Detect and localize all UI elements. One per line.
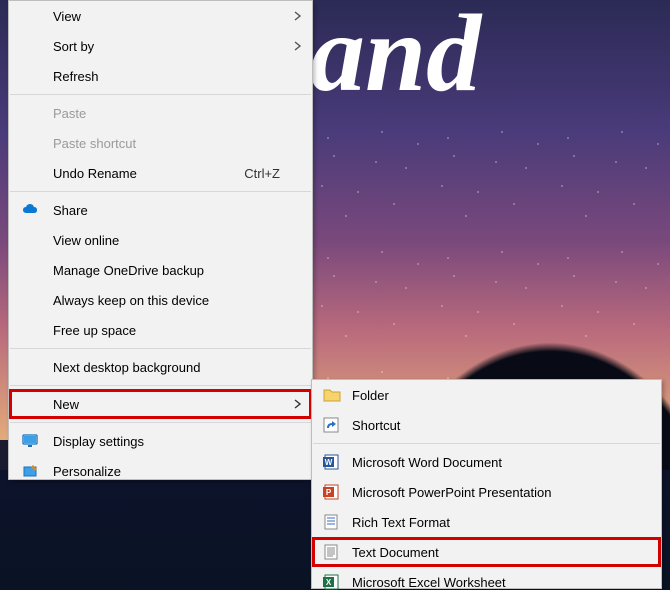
menu-separator bbox=[10, 348, 311, 349]
new-submenu: Folder Shortcut W Microsoft Word Documen… bbox=[311, 379, 662, 589]
submenu-shortcut[interactable]: Shortcut bbox=[312, 410, 661, 440]
folder-icon bbox=[322, 385, 342, 405]
svg-text:X: X bbox=[326, 578, 332, 587]
excel-icon: X bbox=[322, 572, 342, 590]
menu-separator bbox=[313, 443, 660, 444]
submenu-word-doc-label: Microsoft Word Document bbox=[352, 455, 633, 470]
chevron-right-icon bbox=[294, 11, 302, 21]
blank-icon bbox=[21, 320, 39, 340]
blank-icon bbox=[21, 394, 39, 414]
menu-new-label: New bbox=[53, 397, 284, 412]
menu-view-online[interactable]: View online bbox=[9, 225, 312, 255]
blank-icon bbox=[21, 230, 39, 250]
desktop-context-menu: View Sort by Refresh Paste Paste shortcu… bbox=[8, 0, 313, 480]
menu-paste: Paste bbox=[9, 98, 312, 128]
menu-free-up-space[interactable]: Free up space bbox=[9, 315, 312, 345]
menu-paste-shortcut: Paste shortcut bbox=[9, 128, 312, 158]
blank-icon bbox=[21, 163, 39, 183]
menu-separator bbox=[10, 94, 311, 95]
menu-sort-by[interactable]: Sort by bbox=[9, 31, 312, 61]
menu-view[interactable]: View bbox=[9, 1, 312, 31]
menu-undo-rename-shortcut: Ctrl+Z bbox=[244, 166, 284, 181]
submenu-folder-label: Folder bbox=[352, 388, 633, 403]
menu-separator bbox=[10, 422, 311, 423]
menu-always-keep[interactable]: Always keep on this device bbox=[9, 285, 312, 315]
menu-paste-shortcut-label: Paste shortcut bbox=[53, 136, 284, 151]
submenu-shortcut-label: Shortcut bbox=[352, 418, 633, 433]
menu-next-desktop-background[interactable]: Next desktop background bbox=[9, 352, 312, 382]
menu-personalize[interactable]: Personalize bbox=[9, 456, 312, 486]
menu-display-settings-label: Display settings bbox=[53, 434, 284, 449]
submenu-folder[interactable]: Folder bbox=[312, 380, 661, 410]
blank-icon bbox=[21, 290, 39, 310]
menu-personalize-label: Personalize bbox=[53, 464, 284, 479]
blank-icon bbox=[21, 357, 39, 377]
menu-manage-onedrive-backup[interactable]: Manage OneDrive backup bbox=[9, 255, 312, 285]
powerpoint-icon: P bbox=[322, 482, 342, 502]
menu-separator bbox=[10, 385, 311, 386]
menu-new[interactable]: New bbox=[9, 389, 312, 419]
blank-icon bbox=[21, 133, 39, 153]
menu-paste-label: Paste bbox=[53, 106, 284, 121]
submenu-text-document-label: Text Document bbox=[352, 545, 633, 560]
personalize-icon bbox=[21, 461, 39, 481]
chevron-right-icon bbox=[294, 399, 302, 409]
blank-icon bbox=[21, 66, 39, 86]
blank-icon bbox=[21, 36, 39, 56]
desktop: and View Sort by Refresh Paste Paste sho… bbox=[0, 0, 670, 590]
menu-view-online-label: View online bbox=[53, 233, 284, 248]
chevron-right-icon bbox=[294, 41, 302, 51]
menu-refresh-label: Refresh bbox=[53, 69, 284, 84]
menu-share[interactable]: Share bbox=[9, 195, 312, 225]
blank-icon bbox=[21, 6, 39, 26]
word-icon: W bbox=[322, 452, 342, 472]
text-document-icon bbox=[322, 542, 342, 562]
submenu-rtf[interactable]: Rich Text Format bbox=[312, 507, 661, 537]
menu-separator bbox=[10, 191, 311, 192]
submenu-rtf-label: Rich Text Format bbox=[352, 515, 633, 530]
menu-free-up-space-label: Free up space bbox=[53, 323, 284, 338]
rtf-icon bbox=[322, 512, 342, 532]
display-settings-icon bbox=[21, 431, 39, 451]
svg-text:P: P bbox=[326, 488, 332, 497]
menu-next-desktop-background-label: Next desktop background bbox=[53, 360, 284, 375]
menu-always-keep-label: Always keep on this device bbox=[53, 293, 284, 308]
blank-icon bbox=[21, 260, 39, 280]
cloud-icon bbox=[21, 200, 39, 220]
svg-text:W: W bbox=[325, 458, 333, 467]
submenu-powerpoint[interactable]: P Microsoft PowerPoint Presentation bbox=[312, 477, 661, 507]
submenu-text-document[interactable]: Text Document bbox=[312, 537, 661, 567]
submenu-excel[interactable]: X Microsoft Excel Worksheet bbox=[312, 567, 661, 590]
menu-share-label: Share bbox=[53, 203, 284, 218]
menu-undo-rename-label: Undo Rename bbox=[53, 166, 244, 181]
submenu-powerpoint-label: Microsoft PowerPoint Presentation bbox=[352, 485, 633, 500]
menu-undo-rename[interactable]: Undo Rename Ctrl+Z bbox=[9, 158, 312, 188]
menu-manage-onedrive-backup-label: Manage OneDrive backup bbox=[53, 263, 284, 278]
menu-display-settings[interactable]: Display settings bbox=[9, 426, 312, 456]
menu-refresh[interactable]: Refresh bbox=[9, 61, 312, 91]
shortcut-icon bbox=[322, 415, 342, 435]
menu-view-label: View bbox=[53, 9, 284, 24]
submenu-word-doc[interactable]: W Microsoft Word Document bbox=[312, 447, 661, 477]
blank-icon bbox=[21, 103, 39, 123]
submenu-excel-label: Microsoft Excel Worksheet bbox=[352, 575, 633, 590]
menu-sort-by-label: Sort by bbox=[53, 39, 284, 54]
